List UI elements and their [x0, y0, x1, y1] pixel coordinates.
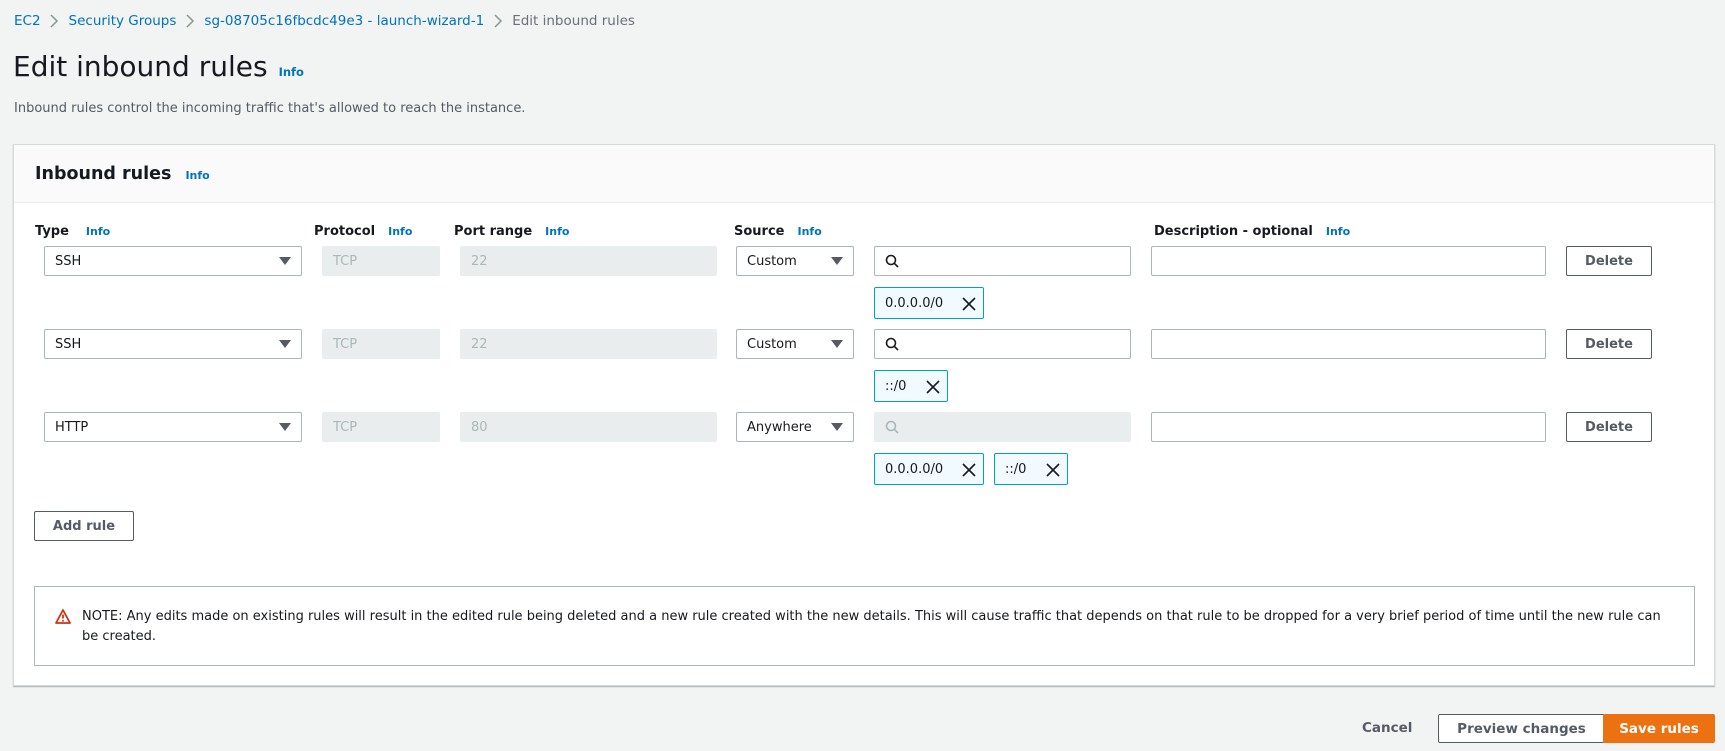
preview-changes-button[interactable]: Preview changes [1438, 714, 1605, 743]
rule-3-source-select[interactable]: Anywhere [736, 412, 854, 442]
rule-1-port-range: 22 [460, 246, 717, 276]
column-type-label: Type [35, 223, 69, 239]
rule-3-token-1: ::/0 [994, 453, 1068, 485]
breadcrumb-current: Edit inbound rules [512, 13, 635, 29]
rule-1-type-value: SSH [55, 253, 82, 269]
panel-info-link[interactable]: Info [185, 169, 209, 182]
search-icon [885, 337, 899, 351]
close-icon[interactable] [1046, 463, 1060, 477]
rule-2-source-select[interactable]: Custom [736, 329, 854, 359]
source-info-link[interactable]: Info [797, 225, 821, 238]
caret-down-icon [831, 340, 843, 348]
port-range-info-link[interactable]: Info [545, 225, 569, 238]
rule-1-source-select[interactable]: Custom [736, 246, 854, 276]
rule-3-type-value: HTTP [55, 419, 89, 435]
panel-title: Inbound rules [35, 163, 172, 184]
column-source-label: Source [734, 223, 785, 239]
page-info-link[interactable]: Info [279, 65, 304, 79]
rule-3-source-value: Anywhere [747, 419, 812, 435]
breadcrumb: EC2 Security Groups sg-08705c16fbcdc49e3… [14, 11, 635, 31]
column-type: Type Info [35, 223, 110, 239]
rule-3-type-select[interactable]: HTTP [44, 412, 302, 442]
column-description: Description - optional Info [1154, 223, 1350, 239]
caret-down-icon [279, 340, 291, 348]
warning-icon [55, 609, 71, 624]
rule-3-token-1-label: ::/0 [1005, 461, 1027, 477]
rule-2-cidr-input[interactable] [907, 336, 1107, 352]
panel-header: Inbound rules Info [14, 145, 1714, 203]
close-icon[interactable] [962, 463, 976, 477]
save-rules-button[interactable]: Save rules [1603, 714, 1715, 743]
chevron-right-icon [176, 14, 204, 28]
rule-3-delete-button[interactable]: Delete [1566, 412, 1652, 442]
rule-3-cidr-search [874, 412, 1131, 442]
rule-2-delete-button[interactable]: Delete [1566, 329, 1652, 359]
rule-3-token-0-label: 0.0.0.0/0 [885, 461, 944, 477]
rule-2-token-0: ::/0 [874, 370, 948, 402]
breadcrumb-security-groups[interactable]: Security Groups [69, 13, 177, 29]
add-rule-button[interactable]: Add rule [34, 511, 134, 541]
caret-down-icon [831, 257, 843, 265]
rule-2-protocol: TCP [322, 329, 440, 359]
column-source: Source Info [734, 223, 822, 239]
breadcrumb-ec2[interactable]: EC2 [14, 13, 41, 29]
rule-1-type-select[interactable]: SSH [44, 246, 302, 276]
rule-2-type-select[interactable]: SSH [44, 329, 302, 359]
warning-note: NOTE: Any edits made on existing rules w… [34, 586, 1695, 666]
rule-2-token-0-label: ::/0 [885, 378, 907, 394]
inbound-rules-panel: Inbound rules Info Type Info Protocol In… [13, 144, 1715, 686]
caret-down-icon [279, 257, 291, 265]
page-title: Edit inbound rules Info [13, 50, 304, 83]
close-icon[interactable] [962, 297, 976, 311]
page-title-text: Edit inbound rules [13, 50, 268, 83]
protocol-info-link[interactable]: Info [388, 225, 412, 238]
column-description-label: Description - optional [1154, 223, 1313, 239]
rule-1-token-0: 0.0.0.0/0 [874, 287, 984, 319]
search-icon [885, 254, 899, 268]
column-protocol-label: Protocol [314, 223, 376, 239]
search-icon [885, 420, 899, 434]
caret-down-icon [831, 423, 843, 431]
rule-3-protocol: TCP [322, 412, 440, 442]
rule-2-port-range: 22 [460, 329, 717, 359]
close-icon[interactable] [926, 380, 940, 394]
caret-down-icon [279, 423, 291, 431]
rule-3-token-0: 0.0.0.0/0 [874, 453, 984, 485]
rule-3-port-range: 80 [460, 412, 717, 442]
rule-1-description-input[interactable] [1151, 246, 1546, 276]
rule-2-source-value: Custom [747, 336, 797, 352]
type-info-link[interactable]: Info [86, 225, 110, 238]
chevron-right-icon [41, 14, 69, 28]
breadcrumb-security-group[interactable]: sg-08705c16fbcdc49e3 - launch-wizard-1 [204, 13, 484, 29]
rule-2-type-value: SSH [55, 336, 82, 352]
rule-1-token-0-label: 0.0.0.0/0 [885, 295, 944, 311]
rule-1-cidr-search[interactable] [874, 246, 1131, 276]
rule-1-source-value: Custom [747, 253, 797, 269]
page-description: Inbound rules control the incoming traff… [14, 101, 526, 116]
rule-2-description-input[interactable] [1151, 329, 1546, 359]
description-info-link[interactable]: Info [1326, 225, 1350, 238]
chevron-right-icon [484, 14, 512, 28]
column-port-range-label: Port range [454, 223, 533, 239]
rule-3-description-input[interactable] [1151, 412, 1546, 442]
column-protocol: Protocol Info [314, 223, 412, 239]
rule-1-cidr-input[interactable] [907, 253, 1107, 269]
warning-note-text: NOTE: Any edits made on existing rules w… [82, 609, 1661, 644]
rule-2-cidr-search[interactable] [874, 329, 1131, 359]
cancel-button[interactable]: Cancel [1362, 720, 1412, 736]
rule-1-delete-button[interactable]: Delete [1566, 246, 1652, 276]
rule-1-protocol: TCP [322, 246, 440, 276]
column-port-range: Port range Info [454, 223, 569, 239]
